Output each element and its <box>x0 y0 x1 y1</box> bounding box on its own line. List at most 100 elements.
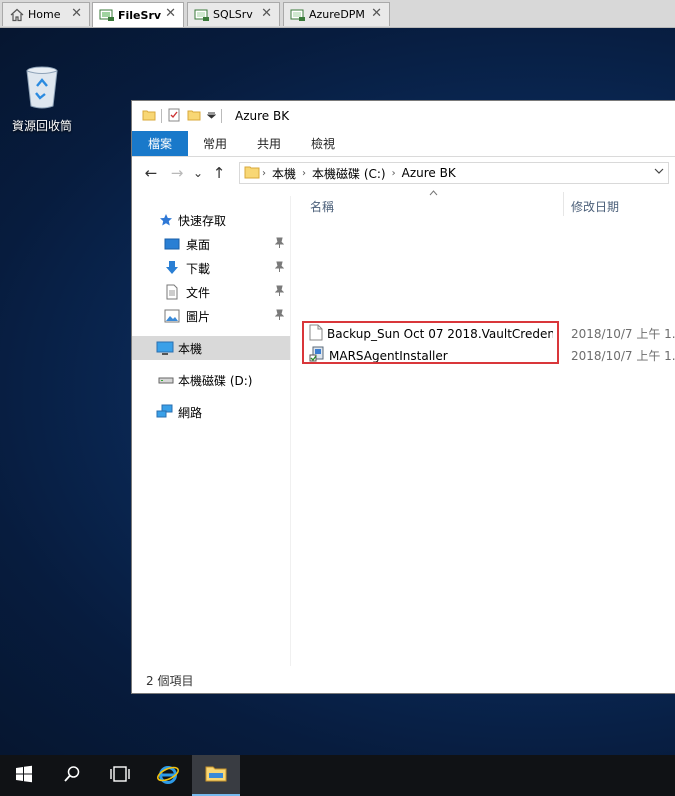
tab-home[interactable]: 常用 <box>188 131 242 156</box>
search-icon <box>63 765 81 786</box>
sort-ascending-icon <box>429 188 438 199</box>
nav-label: 桌面 <box>186 237 211 252</box>
recycle-bin-icon <box>22 66 62 113</box>
divider <box>161 109 162 123</box>
close-icon[interactable]: ✕ <box>71 6 82 21</box>
drive-icon <box>158 372 174 388</box>
search-button[interactable] <box>48 755 96 796</box>
file-date: 2018/10/7 上午 1... <box>571 327 675 341</box>
nav-desktop[interactable]: 桌面 <box>132 232 290 256</box>
taskbar <box>0 755 675 796</box>
nav-this-pc[interactable]: 本機 <box>132 336 290 360</box>
breadcrumb-separator[interactable]: › <box>392 168 396 179</box>
highlight-annotation <box>302 321 559 364</box>
navigation-pane: 快速存取 桌面 下載 文件 圖片 本機 本機磁碟 (D:) 網路 <box>132 196 290 666</box>
pin-icon[interactable] <box>274 285 285 299</box>
navigation-bar: ← → ⌄ ↑ › 本機 › 本機磁碟 (C:) › Azure BK <box>132 158 675 188</box>
divider <box>221 109 222 123</box>
computer-icon <box>156 340 174 356</box>
pin-icon[interactable] <box>274 309 285 323</box>
star-icon <box>158 212 174 228</box>
tab-file[interactable]: 檔案 <box>132 131 189 156</box>
internet-explorer-button[interactable] <box>144 755 192 796</box>
column-header: 名稱 修改日期 <box>291 188 675 218</box>
pictures-icon <box>164 308 180 324</box>
file-explorer-icon <box>205 764 227 785</box>
home-icon <box>8 6 26 24</box>
tab-filesrv[interactable]: FileSrv ✕ <box>92 2 184 27</box>
nav-quick-access[interactable]: 快速存取 <box>132 208 290 232</box>
nav-pictures[interactable]: 圖片 <box>132 304 290 328</box>
quick-access-toolbar <box>142 108 227 125</box>
breadcrumb-azure-bk[interactable]: Azure BK <box>402 166 456 180</box>
tab-label: Home <box>28 8 61 21</box>
item-count: 2 個項目 <box>146 673 194 688</box>
start-button[interactable] <box>0 755 48 796</box>
column-divider[interactable] <box>563 192 564 216</box>
pin-icon[interactable] <box>274 237 285 251</box>
nav-drive-d[interactable]: 本機磁碟 (D:) <box>132 368 290 392</box>
nav-label: 文件 <box>186 285 211 300</box>
customize-qat-icon[interactable] <box>206 109 217 123</box>
pin-icon[interactable] <box>274 261 285 275</box>
close-icon[interactable]: ✕ <box>165 6 176 21</box>
file-explorer-button[interactable] <box>192 755 240 796</box>
nav-label: 圖片 <box>186 309 211 324</box>
nav-label: 本機磁碟 (D:) <box>178 373 253 388</box>
chevron-down-icon[interactable] <box>654 166 664 179</box>
breadcrumb-drive-c[interactable]: 本機磁碟 (C:) <box>312 165 386 182</box>
vm-icon <box>289 6 307 24</box>
nav-downloads[interactable]: 下載 <box>132 256 290 280</box>
up-button[interactable]: ↑ <box>206 164 232 182</box>
start-icon <box>15 765 33 786</box>
vm-icon <box>193 6 211 24</box>
tab-sqlsrv[interactable]: SQLSrv ✕ <box>187 2 280 26</box>
tab-share[interactable]: 共用 <box>242 131 296 156</box>
nav-label: 網路 <box>178 405 203 420</box>
download-icon <box>164 260 180 276</box>
recent-locations-button[interactable]: ⌄ <box>190 166 206 180</box>
close-icon[interactable]: ✕ <box>261 6 272 21</box>
ie-icon <box>156 762 180 789</box>
network-icon <box>156 404 174 420</box>
folder-icon <box>142 108 156 125</box>
recycle-bin-label: 資源回收筒 <box>11 119 72 133</box>
documents-icon <box>164 284 180 300</box>
file-list: 名稱 修改日期 Backup_Sun Oct 07 2018.VaultCred… <box>291 188 675 668</box>
tab-label: FileSrv <box>118 8 162 22</box>
file-explorer-window: Azure BK 檔案 常用 共用 檢視 ← → ⌄ ↑ › 本機 › 本機磁碟… <box>131 100 675 694</box>
desktop-folder-icon <box>164 236 180 252</box>
window-title: Azure BK <box>235 109 290 123</box>
breadcrumb-this-pc[interactable]: 本機 <box>272 165 296 182</box>
task-view-button[interactable] <box>96 755 144 796</box>
title-bar: Azure BK <box>132 101 675 131</box>
host-tab-bar: Home ✕ FileSrv ✕ SQLSrv ✕ AzureDPM ✕ <box>0 0 675 28</box>
tab-label: SQLSrv <box>213 8 253 21</box>
column-date-modified[interactable]: 修改日期 <box>571 198 619 215</box>
breadcrumb-separator[interactable]: › <box>302 168 306 179</box>
ribbon-tabs: 檔案 常用 共用 檢視 <box>132 131 675 157</box>
address-bar[interactable]: › 本機 › 本機磁碟 (C:) › Azure BK <box>239 162 669 184</box>
column-name[interactable]: 名稱 <box>310 198 334 215</box>
tab-view[interactable]: 檢視 <box>296 131 350 156</box>
folder-icon <box>244 164 260 183</box>
nav-label: 下載 <box>186 261 211 276</box>
status-bar: 2 個項目 <box>132 667 675 693</box>
nav-documents[interactable]: 文件 <box>132 280 290 304</box>
tab-label: AzureDPM <box>309 8 365 21</box>
nav-label: 快速存取 <box>178 213 227 228</box>
new-folder-icon[interactable] <box>187 108 201 125</box>
file-date: 2018/10/7 上午 1... <box>571 349 675 363</box>
properties-icon[interactable] <box>167 108 181 125</box>
tab-home[interactable]: Home ✕ <box>2 2 90 26</box>
nav-label: 本機 <box>178 341 203 356</box>
nav-network[interactable]: 網路 <box>132 400 290 424</box>
vm-icon <box>98 6 116 24</box>
breadcrumb-separator[interactable]: › <box>262 168 266 179</box>
tab-azuredpm[interactable]: AzureDPM ✕ <box>283 2 390 26</box>
forward-button[interactable]: → <box>164 164 190 182</box>
recycle-bin-shortcut[interactable]: 資源回收筒 <box>6 64 78 134</box>
close-icon[interactable]: ✕ <box>371 6 382 21</box>
task-view-icon <box>109 765 131 786</box>
back-button[interactable]: ← <box>138 164 164 182</box>
